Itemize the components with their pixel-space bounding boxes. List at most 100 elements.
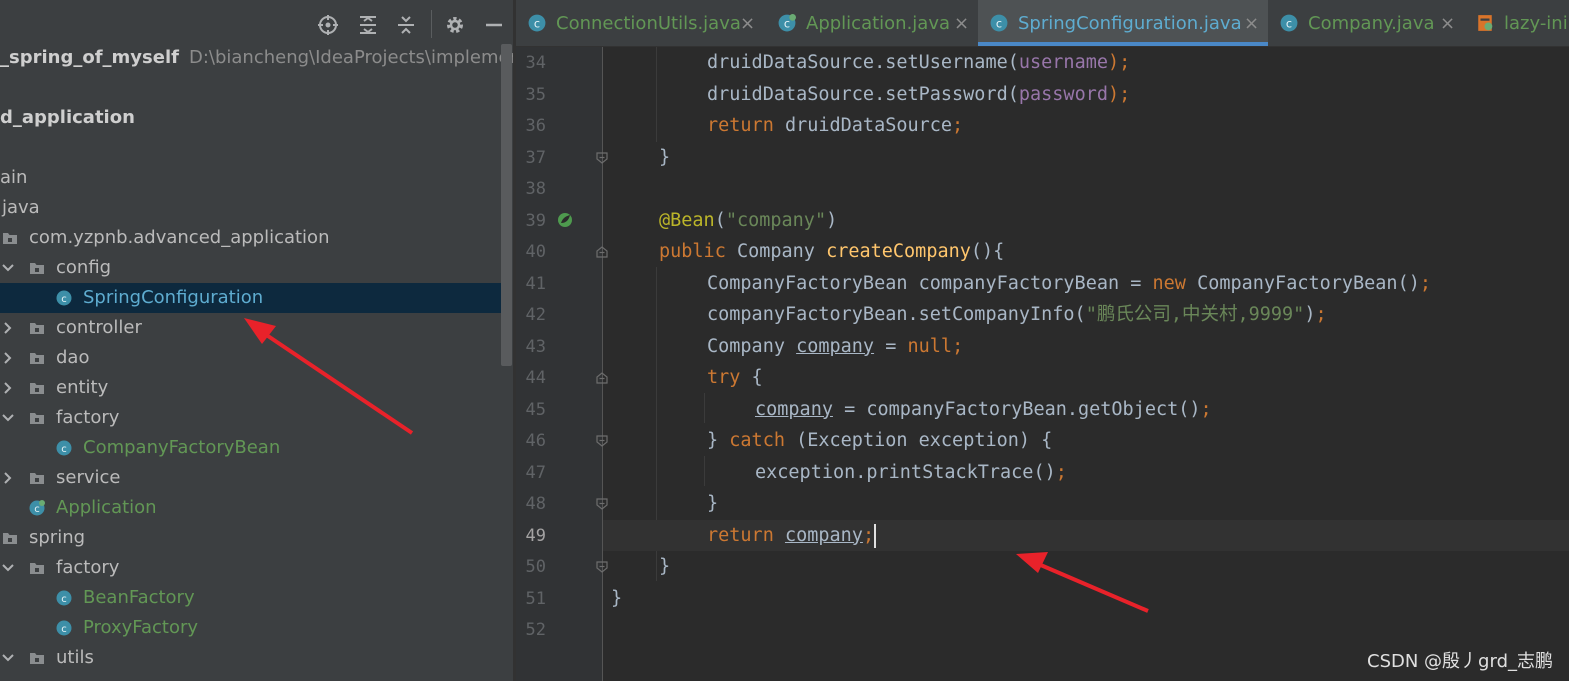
tab-label: Application.java (806, 13, 951, 34)
package-folder-icon (30, 383, 44, 394)
gear-icon[interactable] (443, 13, 467, 37)
svg-text:c: c (34, 504, 40, 515)
fold-marker-icon[interactable] (596, 372, 608, 384)
package-folder-icon (30, 563, 44, 574)
code-text: druidDataSource (773, 115, 953, 136)
svg-text:c: c (61, 294, 67, 305)
tree-item-bean-factory[interactable]: c BeanFactory (0, 583, 505, 613)
tree-item-spring-configuration[interactable]: c SpringConfiguration (0, 283, 505, 313)
tab-application[interactable]: c Application.java × (766, 0, 978, 46)
chevron-down-icon[interactable] (2, 412, 14, 424)
code-line-36: return druidDataSource; (707, 110, 963, 141)
code-text: ) (826, 209, 838, 231)
close-icon[interactable]: × (740, 0, 755, 46)
tree-item-java[interactable]: java (0, 193, 505, 223)
svg-text:c: c (61, 594, 67, 605)
tab-connection-utils[interactable]: c ConnectionUtils.java × (516, 0, 766, 46)
code-text: Company (707, 335, 797, 357)
tab-company[interactable]: c Company.java × (1268, 0, 1464, 46)
line-number: 37 (525, 147, 546, 168)
chevron-right-icon[interactable] (2, 352, 14, 364)
tree-item-label: utils (56, 647, 94, 668)
code-punct: ; (1055, 461, 1067, 483)
tree-item-factory[interactable]: factory (0, 403, 505, 433)
minimize-icon[interactable] (482, 13, 506, 37)
reassigned-variable: company (755, 398, 833, 420)
tree-item-dao[interactable]: dao (0, 343, 505, 373)
tree-item-label: factory (56, 407, 120, 428)
line-number: 42 (525, 305, 546, 325)
project-scrollbar[interactable] (501, 44, 512, 366)
code-line-48: } (707, 488, 718, 519)
svg-text:c: c (61, 444, 67, 455)
collapse-all-icon[interactable] (394, 13, 418, 37)
tree-item-spring-factory[interactable]: factory (0, 553, 505, 583)
package-folder-icon (3, 233, 17, 244)
tree-item-module[interactable]: _spring_of_myself D:\biancheng\IdeaProjec… (0, 43, 513, 73)
line-number-current: 49 (525, 525, 546, 546)
tab-spring-configuration[interactable]: c SpringConfiguration.java × (978, 0, 1268, 46)
tree-item-company-factory-bean[interactable]: c CompanyFactoryBean (0, 433, 505, 463)
xml-file-icon (1478, 15, 1493, 31)
java-class-icon: c (56, 440, 72, 456)
code-line-49: return company; (707, 520, 877, 551)
chevron-right-icon[interactable] (2, 472, 14, 484)
tree-item-utils[interactable]: utils (0, 643, 505, 673)
code-punct: ; (1315, 304, 1327, 325)
java-class-icon: c (56, 620, 72, 636)
package-folder-icon (30, 413, 44, 424)
chevron-down-icon[interactable] (2, 262, 14, 274)
close-icon[interactable]: × (954, 0, 969, 46)
locate-icon[interactable] (316, 13, 340, 37)
spring-bean-gutter-icon[interactable] (556, 211, 574, 229)
chevron-right-icon[interactable] (2, 382, 14, 394)
fold-marker-icon[interactable] (596, 435, 608, 447)
line-number: 39 (525, 210, 546, 231)
line-number: 47 (525, 462, 546, 483)
code-punct: ); (1107, 52, 1131, 73)
editor-tab-bar: c ConnectionUtils.java × c Application.j… (516, 0, 1569, 47)
code-text: { (740, 367, 763, 388)
fold-marker-icon[interactable] (596, 152, 608, 164)
svg-text:c: c (1286, 18, 1292, 31)
tree-item-label: factory (56, 557, 120, 578)
tree-item-spring[interactable]: spring (0, 523, 505, 553)
tree-item-entity[interactable]: entity (0, 373, 505, 403)
java-class-icon: c (56, 290, 72, 306)
fold-marker-icon[interactable] (596, 246, 608, 258)
tree-item-application[interactable]: c Application (0, 493, 505, 523)
close-icon[interactable]: × (1244, 0, 1259, 46)
chevron-down-icon[interactable] (2, 652, 14, 664)
tree-item-service[interactable]: service (0, 463, 505, 493)
expand-all-icon[interactable] (356, 13, 380, 37)
package-folder-icon (30, 473, 44, 484)
code-text: CompanyFactoryBean() (1185, 272, 1420, 294)
fold-marker-icon[interactable] (596, 561, 608, 573)
line-number: 41 (525, 273, 546, 294)
code-line-44: try { (707, 362, 763, 393)
tab-lazy-init[interactable]: lazy-ini (1464, 0, 1569, 46)
tree-item-proxy-factory[interactable]: c ProxyFactory (0, 613, 505, 643)
tree-item-label: CompanyFactoryBean (83, 437, 281, 458)
chevron-down-icon[interactable] (2, 562, 14, 574)
text-caret (874, 523, 877, 548)
tree-item-label: d_application (0, 107, 135, 128)
editor-gutter: 34 35 36 37 38 39 40 41 42 43 44 45 46 4… (516, 47, 640, 681)
tree-item-label: config (56, 257, 112, 278)
line-number: 48 (525, 494, 546, 514)
code-text: } (707, 493, 719, 514)
tree-item-package-root[interactable]: com.yzpnb.advanced_application (0, 223, 505, 253)
tree-item-config[interactable]: config (0, 253, 505, 283)
tree-item-module-application[interactable]: d_application (0, 103, 505, 133)
code-text: exception.printStackTrace() (755, 461, 1056, 483)
module-name: _spring_of_myself (0, 47, 179, 68)
tree-item-main[interactable]: ain (0, 163, 505, 193)
tree-item-controller[interactable]: controller (0, 313, 505, 343)
code-text: CompanyFactoryBean companyFactoryBean = (707, 272, 1153, 294)
close-icon[interactable]: × (1440, 0, 1455, 46)
code-editor[interactable]: 34 35 36 37 38 39 40 41 42 43 44 45 46 4… (516, 47, 1569, 681)
chevron-right-icon[interactable] (2, 322, 14, 334)
fold-marker-icon[interactable] (596, 498, 608, 510)
line-number: 44 (525, 368, 546, 388)
